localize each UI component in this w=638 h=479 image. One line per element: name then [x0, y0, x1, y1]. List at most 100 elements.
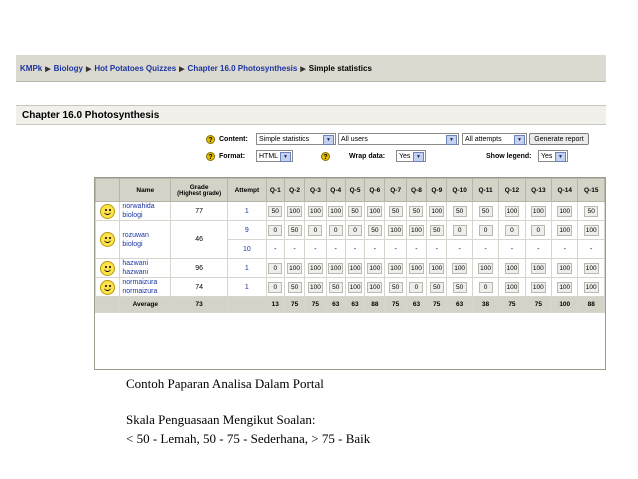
header-q4[interactable]: Q-4: [325, 178, 346, 202]
header-name[interactable]: Name: [119, 178, 172, 202]
header-q6[interactable]: Q-6: [364, 178, 386, 202]
score-value: 50: [287, 224, 302, 236]
header-q3[interactable]: Q-3: [304, 178, 327, 202]
header-q7[interactable]: Q-7: [384, 178, 407, 202]
score-cell: 100: [344, 258, 366, 278]
score-cell: 100: [384, 258, 407, 278]
show-legend-select[interactable]: Yes ▼: [538, 150, 568, 162]
score-cell: 100: [325, 258, 346, 278]
header-q9[interactable]: Q-9: [426, 178, 448, 202]
score-value: 100: [583, 262, 599, 274]
user-first-name: norwahida: [122, 203, 155, 210]
breadcrumb-module-link[interactable]: Hot Potatoes Quizzes: [94, 64, 176, 73]
score-value: 100: [429, 205, 445, 217]
header-q12[interactable]: Q-12: [498, 178, 526, 202]
score-cell: 100: [426, 258, 448, 278]
help-icon[interactable]: ?: [321, 152, 330, 161]
score-cell: 100: [551, 258, 579, 278]
attempt-link[interactable]: 1: [227, 201, 267, 221]
score-cell: 100: [283, 201, 306, 221]
score-cell: -: [426, 239, 448, 259]
avatar[interactable]: [94, 258, 121, 278]
score-value: 100: [287, 205, 303, 217]
score-cell: -: [524, 239, 553, 259]
user-last-name: normaizura: [122, 288, 158, 295]
user-name-link[interactable]: normaizura normaizura: [119, 277, 172, 297]
header-q8[interactable]: Q-8: [405, 178, 428, 202]
attempt-link[interactable]: 9: [227, 220, 267, 240]
attempts-select[interactable]: All attempts ▼: [462, 133, 527, 145]
score-cell: 100: [304, 277, 327, 297]
attempt-link[interactable]: 1: [227, 277, 267, 297]
avatar[interactable]: [94, 277, 121, 297]
format-select[interactable]: HTML ▼: [256, 150, 293, 162]
content-select[interactable]: Simple statistics ▼: [256, 133, 336, 145]
score-cell: 100: [551, 277, 579, 297]
help-icon[interactable]: ?: [206, 152, 215, 161]
average-score: 75: [426, 296, 448, 313]
score-cell: 100: [304, 201, 327, 221]
chevron-down-icon: ▼: [413, 152, 424, 162]
wrap-data-select[interactable]: Yes ▼: [396, 150, 426, 162]
header-q11[interactable]: Q-11: [471, 178, 500, 202]
score-value: 0: [348, 224, 363, 236]
header-attempt[interactable]: Attempt: [227, 178, 267, 202]
breadcrumb-quiz-link[interactable]: Chapter 16.0 Photosynthesis: [188, 64, 298, 73]
attempt-link[interactable]: 10: [227, 239, 267, 259]
average-label: Average: [119, 296, 172, 313]
score-cell: 0: [405, 277, 428, 297]
score-cell: 0: [265, 220, 285, 240]
header-q1[interactable]: Q-1: [265, 178, 285, 202]
header-q15[interactable]: Q-15: [577, 178, 605, 202]
breadcrumb-course-link[interactable]: Biology: [54, 64, 83, 73]
score-cell: -: [344, 239, 366, 259]
score-value: 100: [409, 262, 424, 274]
average-score: 88: [364, 296, 386, 313]
score-cell: 0: [265, 277, 285, 297]
grade-cell: 46: [170, 220, 229, 259]
score-cell: -: [364, 239, 386, 259]
score-value: -: [415, 245, 418, 253]
generate-report-button[interactable]: Generate report: [529, 133, 589, 145]
score-cell: 100: [498, 258, 526, 278]
score-cell: 50: [426, 220, 448, 240]
header-q14[interactable]: Q-14: [551, 178, 579, 202]
score-cell: 100: [524, 201, 553, 221]
score-value: 50: [388, 205, 403, 217]
header-q2[interactable]: Q-2: [283, 178, 306, 202]
score-cell: 0: [524, 220, 553, 240]
score-cell: 0: [446, 220, 473, 240]
score-value: 50: [429, 224, 444, 236]
header-q5[interactable]: Q-5: [344, 178, 366, 202]
breadcrumb-home-link[interactable]: KMPk: [20, 64, 42, 73]
attempt-link[interactable]: 1: [227, 258, 267, 278]
user-first-name: normaizura: [122, 279, 158, 286]
score-cell: 100: [304, 258, 327, 278]
score-value: 100: [328, 262, 344, 274]
header-q13[interactable]: Q-13: [524, 178, 553, 202]
score-cell: -: [471, 239, 500, 259]
help-icon[interactable]: ?: [206, 135, 215, 144]
breadcrumb-separator-icon: ▶: [300, 66, 306, 73]
header-grade[interactable]: Grade (Highest grade): [170, 178, 229, 202]
breadcrumb-current: Simple statistics: [308, 64, 372, 73]
header-q10[interactable]: Q-10: [446, 178, 473, 202]
score-cell: 100: [471, 258, 500, 278]
user-last-name: hazwani: [122, 269, 149, 276]
avatar[interactable]: [94, 220, 121, 259]
user-name-link[interactable]: hazwani hazwani: [119, 258, 172, 278]
average-score: 75: [498, 296, 526, 313]
average-score: 63: [325, 296, 346, 313]
user-first-name: hazwani: [122, 260, 149, 267]
score-cell: 100: [498, 201, 526, 221]
score-cell: -: [283, 239, 306, 259]
score-cell: 50: [344, 201, 366, 221]
user-name-link[interactable]: rozuwan biologi: [119, 220, 172, 259]
score-value: 100: [367, 281, 383, 293]
avatar[interactable]: [94, 201, 121, 221]
user-name-link[interactable]: norwahida biologi: [119, 201, 172, 221]
score-cell: 100: [405, 220, 428, 240]
score-value: 0: [531, 224, 546, 236]
format-select-value: HTML: [259, 153, 279, 160]
users-select[interactable]: All users ▼: [338, 133, 459, 145]
